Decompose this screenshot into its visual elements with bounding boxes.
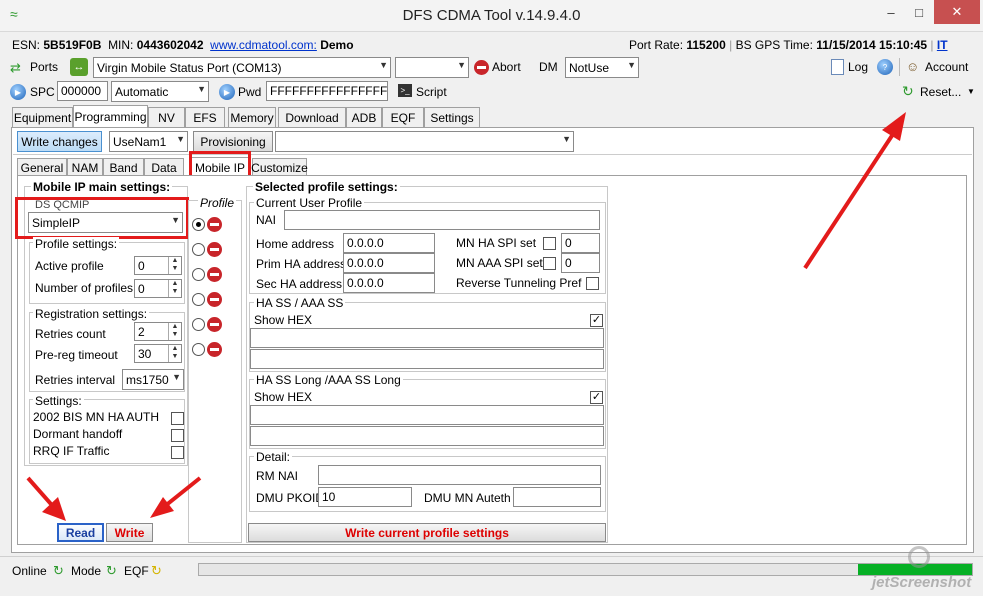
watermark-icon — [908, 546, 930, 568]
arrow-to-write — [150, 476, 202, 518]
arrow-to-reset — [803, 112, 906, 270]
annotation-arrows — [26, 112, 906, 521]
watermark: jetScreenshot — [872, 574, 972, 591]
arrow-to-read — [26, 476, 66, 521]
